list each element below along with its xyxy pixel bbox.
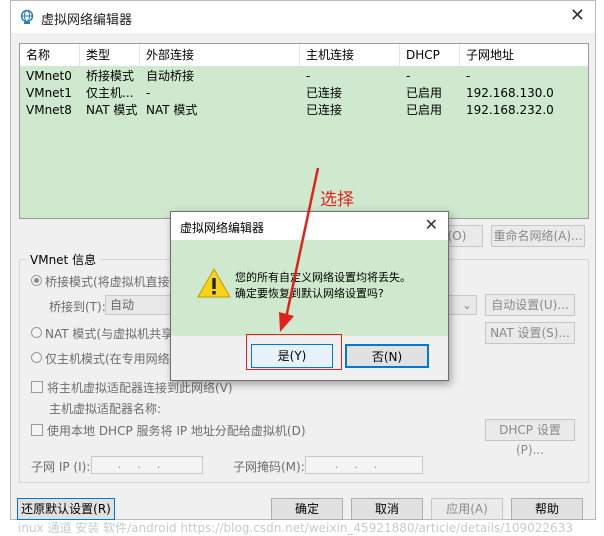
adapter-name-label: 主机虚拟适配器名称: [49, 402, 162, 416]
cell-type: 仅主机... [86, 86, 134, 100]
help-button[interactable]: 帮助 [511, 498, 583, 520]
column-header-external[interactable]: 外部连接 [140, 44, 300, 66]
connect-adapter-checkbox[interactable] [31, 381, 43, 393]
cell-subnet: 192.168.130.0 [466, 86, 554, 100]
confirm-dialog-close-button[interactable]: ✕ [425, 215, 438, 234]
table-body: VMnet0 桥接模式 自动桥接 - - - VMnet1 仅主机... - 已… [20, 66, 588, 218]
network-globe-icon [19, 9, 35, 25]
auto-settings-button[interactable]: 自动设置(U)... [485, 294, 575, 316]
cancel-button[interactable]: 取消 [351, 498, 423, 520]
subnet-ip-label: 子网 IP (I): [31, 460, 91, 474]
annotation-highlight-box [246, 334, 342, 370]
cell-dhcp: - [406, 69, 411, 83]
use-dhcp-checkbox[interactable] [31, 424, 43, 436]
bridged-mode-radio[interactable] [31, 275, 42, 286]
cell-name: VMnet8 [26, 103, 72, 117]
nat-settings-button[interactable]: NAT 设置(S)... [485, 322, 575, 344]
use-dhcp-label: 使用本地 DHCP 服务将 IP 地址分配给虚拟机(D) [47, 424, 306, 438]
connect-adapter-label: 将主机虚拟适配器连接到此网络(V) [47, 381, 233, 395]
bridged-to-label: 桥接到(T): [49, 300, 106, 314]
subnet-mask-input[interactable]: ... [305, 456, 423, 474]
cell-host: 已连接 [306, 86, 343, 100]
cell-external: - [146, 86, 151, 100]
dhcp-settings-button[interactable]: DHCP 设置(P)... [485, 419, 575, 457]
no-button[interactable]: 否(N) [345, 344, 429, 368]
cell-external: NAT 模式 [146, 103, 198, 117]
column-header-dhcp[interactable]: DHCP [400, 44, 460, 66]
nat-mode-radio[interactable] [31, 327, 42, 338]
column-header-type[interactable]: 类型 [80, 44, 140, 66]
column-header-host[interactable]: 主机连接 [300, 44, 400, 66]
window-titlebar: 虚拟网络编辑器 ✕ [11, 1, 595, 33]
cell-type: NAT 模式 [86, 103, 138, 117]
cell-name: VMnet1 [26, 86, 72, 100]
window-close-button[interactable]: ✕ [570, 5, 585, 26]
confirm-dialog-body: 您的所有自定义网络设置均将丢失。 确定要恢复到默认网络设置吗? [171, 240, 448, 336]
cell-name: VMnet0 [26, 69, 72, 83]
table-header: 名称 类型 外部连接 主机连接 DHCP 子网地址 [20, 44, 588, 67]
confirm-message-line2: 确定要恢复到默认网络设置吗? [235, 287, 384, 300]
chevron-down-icon: ⌄ [461, 298, 472, 312]
cell-subnet: 192.168.232.0 [466, 103, 554, 117]
confirm-message-line1: 您的所有自定义网络设置均将丢失。 [235, 271, 411, 284]
apply-button[interactable]: 应用(A) [431, 498, 503, 520]
cell-dhcp: 已启用 [406, 86, 443, 100]
table-row[interactable]: VMnet1 仅主机... - 已连接 已启用 192.168.130.0 [20, 85, 588, 102]
bridged-to-value: 自动 [110, 298, 135, 312]
host-only-mode-label: 仅主机模式(在专用网络 [45, 352, 170, 366]
cell-host: - [306, 69, 311, 83]
cell-type: 桥接模式 [86, 69, 135, 83]
watermark-text: inux 通道 安装 软件/android https://blog.csdn.… [18, 521, 573, 535]
restore-defaults-button[interactable]: 还原默认设置(R) [17, 498, 115, 520]
cell-dhcp: 已启用 [406, 103, 443, 117]
annotation-label: 选择 [320, 190, 354, 210]
confirm-dialog-titlebar: 虚拟网络编辑器 ✕ [171, 212, 448, 240]
cell-subnet: - [466, 69, 471, 83]
subnet-mask-label: 子网掩码(M): [233, 460, 305, 474]
vmnet-info-label: VMnet 信息 [27, 251, 100, 268]
rename-network-button[interactable]: 重命名网络(A)... [491, 225, 585, 247]
cell-external: 自动桥接 [146, 69, 195, 83]
column-header-subnet[interactable]: 子网地址 [460, 44, 588, 66]
ok-button[interactable]: 确定 [271, 498, 343, 520]
column-header-name[interactable]: 名称 [20, 44, 80, 66]
table-row[interactable]: VMnet8 NAT 模式 NAT 模式 已连接 已启用 192.168.232… [20, 102, 588, 119]
host-only-mode-radio[interactable] [31, 352, 42, 363]
nat-mode-label: NAT 模式(与虚拟机共享 [45, 327, 174, 341]
cell-host: 已连接 [306, 103, 343, 117]
confirm-dialog-title: 虚拟网络编辑器 [180, 221, 265, 235]
network-list-table[interactable]: 名称 类型 外部连接 主机连接 DHCP 子网地址 VMnet0 桥接模式 自动… [19, 43, 589, 219]
window-title: 虚拟网络编辑器 [41, 13, 133, 28]
bridged-mode-label: 桥接模式(将虚拟机直接 [45, 275, 170, 289]
table-row[interactable]: VMnet0 桥接模式 自动桥接 - - - [20, 68, 588, 85]
warning-icon [197, 267, 231, 298]
subnet-ip-input[interactable]: ... [91, 456, 203, 474]
